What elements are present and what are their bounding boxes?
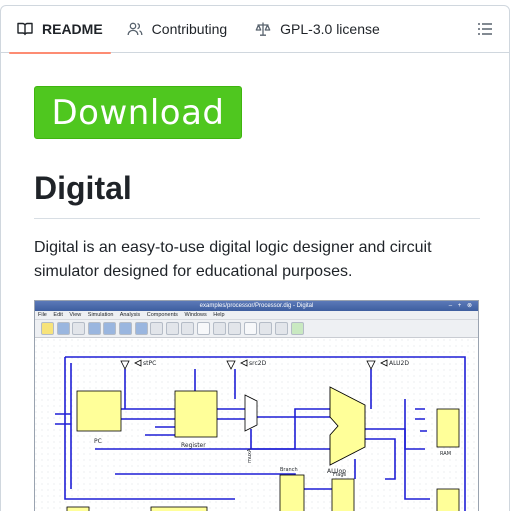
delete-icon (181, 322, 195, 335)
step-icon (212, 322, 226, 335)
people-icon (127, 22, 143, 36)
component-label: RAM (440, 451, 451, 457)
readme-tab-bar: README Contributing GPL-3.0 license (1, 6, 509, 54)
book-icon (17, 22, 33, 36)
screenshot-toolbar (35, 320, 478, 338)
screenshot-menu-item: Windows (184, 312, 207, 318)
component-label: PC (94, 438, 102, 445)
screenshot-menu-item: Components (146, 312, 178, 318)
play-icon (196, 322, 210, 335)
screenshot-title-text: examples/processor/Processor.dig - Digit… (199, 303, 314, 309)
project-description: Digital is an easy-to-use digital logic … (34, 239, 432, 280)
new-file-icon (41, 322, 54, 335)
screenshot-window-title: examples/processor/Processor.dig - Digit… (35, 301, 478, 311)
app-screenshot[interactable]: examples/processor/Processor.dig - Digit… (34, 300, 479, 511)
stop-icon (228, 322, 242, 335)
component-label: Branch (280, 467, 298, 473)
skip-icon (259, 322, 273, 335)
component-label: muxA (247, 448, 253, 463)
table-of-contents-icon[interactable] (477, 21, 493, 37)
tab-readme[interactable]: README (9, 6, 111, 54)
circuit-canvas: stPC src2D ALU2D PC Register muxA ALUop (35, 339, 478, 511)
tunnel-label: src2D (249, 360, 267, 367)
screenshot-menu-item: Edit (53, 312, 63, 318)
tunnel-label: ALU2D (389, 360, 409, 367)
readme-panel: README Contributing GPL-3.0 license Down… (0, 5, 510, 511)
fast-forward-icon (274, 322, 288, 335)
screenshot-menubar: File Edit View Simulation Analysis Compo… (35, 311, 478, 320)
tunnel-label: stPC (143, 360, 156, 367)
tab-license[interactable]: GPL-3.0 license (255, 6, 380, 53)
undo-icon (150, 322, 164, 335)
screenshot-menu-item: File (38, 312, 47, 318)
zoom-out-icon (118, 322, 132, 335)
heading-divider (34, 218, 480, 219)
screenshot-menu-item: View (69, 312, 82, 318)
redo-icon (165, 322, 179, 335)
help-icon (87, 322, 101, 335)
component-label: Register (181, 442, 206, 449)
law-scale-icon (255, 22, 271, 36)
component-label: Flags (333, 472, 347, 478)
checkmark-icon (290, 322, 304, 335)
download-button[interactable]: Download (34, 86, 242, 139)
open-folder-icon (56, 322, 70, 335)
screenshot-menu-item: Simulation (87, 312, 114, 318)
run-icon (243, 322, 257, 335)
zoom-fit-icon (134, 322, 148, 335)
page-title: Digital (34, 170, 132, 206)
tab-contributing-label: Contributing (151, 21, 228, 37)
tab-contributing[interactable]: Contributing (127, 6, 228, 53)
tab-readme-label: README (42, 21, 103, 37)
screenshot-menu-item: Analysis (119, 312, 141, 318)
screenshot-menu-item: Help (213, 312, 225, 318)
screenshot-window-controls: – + ⊗ (448, 303, 474, 309)
save-icon (72, 322, 86, 335)
tab-license-label: GPL-3.0 license (280, 21, 380, 37)
zoom-in-icon (103, 322, 117, 335)
